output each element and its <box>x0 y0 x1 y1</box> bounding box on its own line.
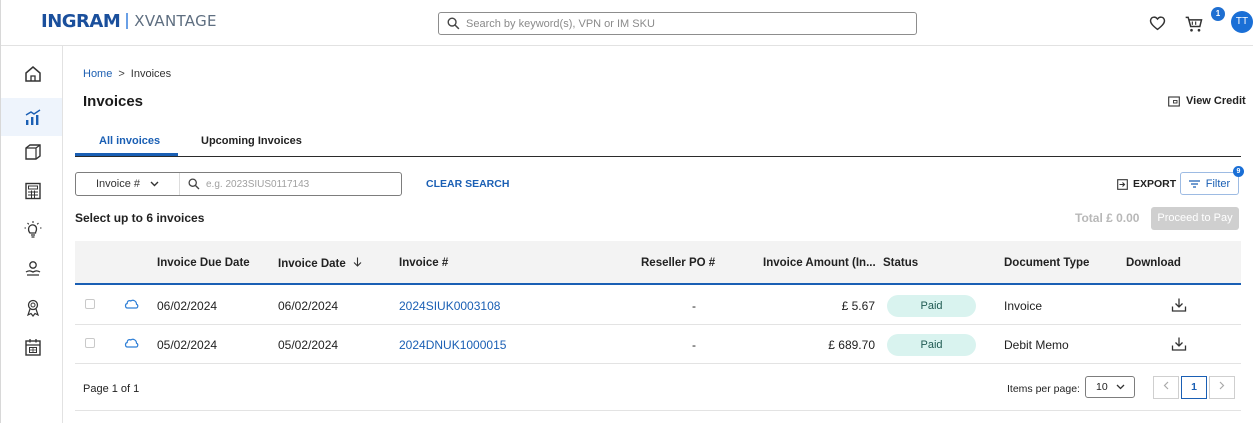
filter-label: Filter <box>1205 177 1231 190</box>
app-window: INGRAM XVANTAGE 1 TT Home > Invoices Inv… <box>0 0 1253 423</box>
export-label: EXPORT <box>1133 178 1177 190</box>
row-checkbox[interactable] <box>85 299 95 309</box>
page-number-button[interactable]: 1 <box>1181 376 1207 399</box>
logo-divider <box>126 13 129 29</box>
box-icon[interactable] <box>23 142 43 162</box>
clear-search-button[interactable]: CLEAR SEARCH <box>426 178 509 190</box>
logo-sub-text: XVANTAGE <box>134 12 217 30</box>
header-download: Download <box>1126 257 1181 269</box>
selection-note: Select up to 6 invoices <box>75 211 205 225</box>
items-per-page-select[interactable]: 10 <box>1085 376 1135 398</box>
logo[interactable]: INGRAM XVANTAGE <box>41 9 217 33</box>
cell-invoice-amount: £ 689.70 <box>828 338 875 352</box>
analytics-icon[interactable] <box>23 107 43 127</box>
award-icon[interactable] <box>23 298 43 318</box>
next-page-button[interactable] <box>1209 376 1235 399</box>
cell-due-date: 06/02/2024 <box>157 299 218 313</box>
prev-page-button[interactable] <box>1153 376 1179 399</box>
cell-document-type: Invoice <box>1004 299 1043 313</box>
invoice-link[interactable]: 2024DNUK1000015 <box>399 338 506 352</box>
cell-document-type: Debit Memo <box>1004 338 1069 352</box>
chevron-down-icon <box>1116 384 1125 390</box>
invoice-search-input[interactable] <box>206 178 386 190</box>
cart-count-badge: 1 <box>1211 7 1225 21</box>
export-button[interactable]: EXPORT <box>1117 178 1176 190</box>
breadcrumb-current: Invoices <box>130 68 172 80</box>
active-tab-indicator <box>75 153 178 156</box>
header-invoice-number[interactable]: Invoice # <box>399 257 448 269</box>
filter-lines-icon <box>1188 179 1200 188</box>
avatar[interactable]: TT <box>1231 11 1253 33</box>
chevron-down-icon <box>150 181 159 187</box>
calculator-icon[interactable] <box>23 181 43 201</box>
status-badge: Paid <box>887 295 976 317</box>
chevron-left-icon <box>1163 381 1169 390</box>
header-invoice-amount[interactable]: Invoice Amount (In... <box>763 257 876 269</box>
sidebar <box>1 46 63 423</box>
home-icon[interactable] <box>23 64 43 84</box>
tab-all-invoices[interactable]: All invoices <box>99 135 160 147</box>
pagination-bar: Page 1 of 1 Items per page: 10 1 <box>75 364 1241 411</box>
search-icon <box>188 178 200 190</box>
arrow-down-icon <box>353 257 362 267</box>
invoice-search-box: Invoice # <box>75 172 402 196</box>
view-credit-label: View Credit <box>1186 95 1246 107</box>
row-checkbox[interactable] <box>85 338 95 348</box>
cell-reseller-po: - <box>692 338 696 352</box>
cell-due-date: 05/02/2024 <box>157 338 218 352</box>
search-input[interactable] <box>466 17 886 30</box>
download-icon[interactable] <box>1171 297 1187 313</box>
global-search[interactable] <box>438 12 917 35</box>
breadcrumb-separator: > <box>118 68 125 80</box>
selection-total: Total £ 0.00 <box>1075 211 1140 225</box>
table-row: 05/02/2024 05/02/2024 2024DNUK1000015 - … <box>75 325 1241 364</box>
search-icon <box>447 17 460 30</box>
credit-card-icon <box>1168 95 1180 107</box>
breadcrumb: Home > Invoices <box>83 68 171 80</box>
search-field-dropdown[interactable]: Invoice # <box>76 173 180 195</box>
heart-icon[interactable] <box>1149 15 1166 31</box>
top-bar: INGRAM XVANTAGE 1 TT <box>1 0 1253 46</box>
cloud-icon <box>124 299 139 309</box>
invoice-link[interactable]: 2024SIUK0003108 <box>399 299 500 313</box>
filter-count-badge: 9 <box>1233 166 1244 177</box>
export-icon <box>1117 178 1128 190</box>
table-header: Invoice Due Date Invoice Date Invoice # … <box>75 241 1241 285</box>
header-document-type[interactable]: Document Type <box>1004 257 1089 269</box>
filter-button[interactable]: Filter <box>1180 172 1239 195</box>
cell-invoice-date: 06/02/2024 <box>278 299 339 313</box>
cell-invoice-date: 05/02/2024 <box>278 338 339 352</box>
tab-upcoming-invoices[interactable]: Upcoming Invoices <box>201 135 302 147</box>
cell-invoice-amount: £ 5.67 <box>841 299 875 313</box>
header-invoice-date-label: Invoice Date <box>278 258 346 270</box>
invoice-search-field[interactable] <box>180 178 386 190</box>
table-row: 06/02/2024 06/02/2024 2024SIUK0003108 - … <box>75 286 1241 325</box>
download-icon[interactable] <box>1171 336 1187 352</box>
page-title: Invoices <box>83 93 144 110</box>
calendar-icon[interactable] <box>23 337 43 357</box>
invoice-tabs: All invoices Upcoming Invoices <box>75 130 1241 157</box>
status-badge: Paid <box>887 334 976 356</box>
page-info: Page 1 of 1 <box>83 383 140 395</box>
header-invoice-date[interactable]: Invoice Date <box>278 257 362 270</box>
items-per-page-value: 10 <box>1096 381 1108 393</box>
cell-reseller-po: - <box>692 299 696 313</box>
header-status[interactable]: Status <box>883 257 918 269</box>
header-reseller-po[interactable]: Reseller PO # <box>641 257 715 269</box>
chevron-right-icon <box>1219 381 1225 390</box>
handshake-icon[interactable] <box>23 259 43 279</box>
cloud-icon <box>124 338 139 348</box>
breadcrumb-home-link[interactable]: Home <box>83 68 112 80</box>
cart-icon[interactable] <box>1184 14 1204 34</box>
proceed-to-pay-button[interactable]: Proceed to Pay <box>1151 207 1239 230</box>
search-field-label: Invoice # <box>96 178 141 190</box>
lightbulb-icon[interactable] <box>23 220 43 240</box>
logo-main-text: INGRAM <box>41 10 121 32</box>
items-per-page-label: Items per page: <box>1007 383 1080 395</box>
header-due-date[interactable]: Invoice Due Date <box>157 257 250 269</box>
view-credit-button[interactable]: View Credit <box>1168 95 1246 107</box>
